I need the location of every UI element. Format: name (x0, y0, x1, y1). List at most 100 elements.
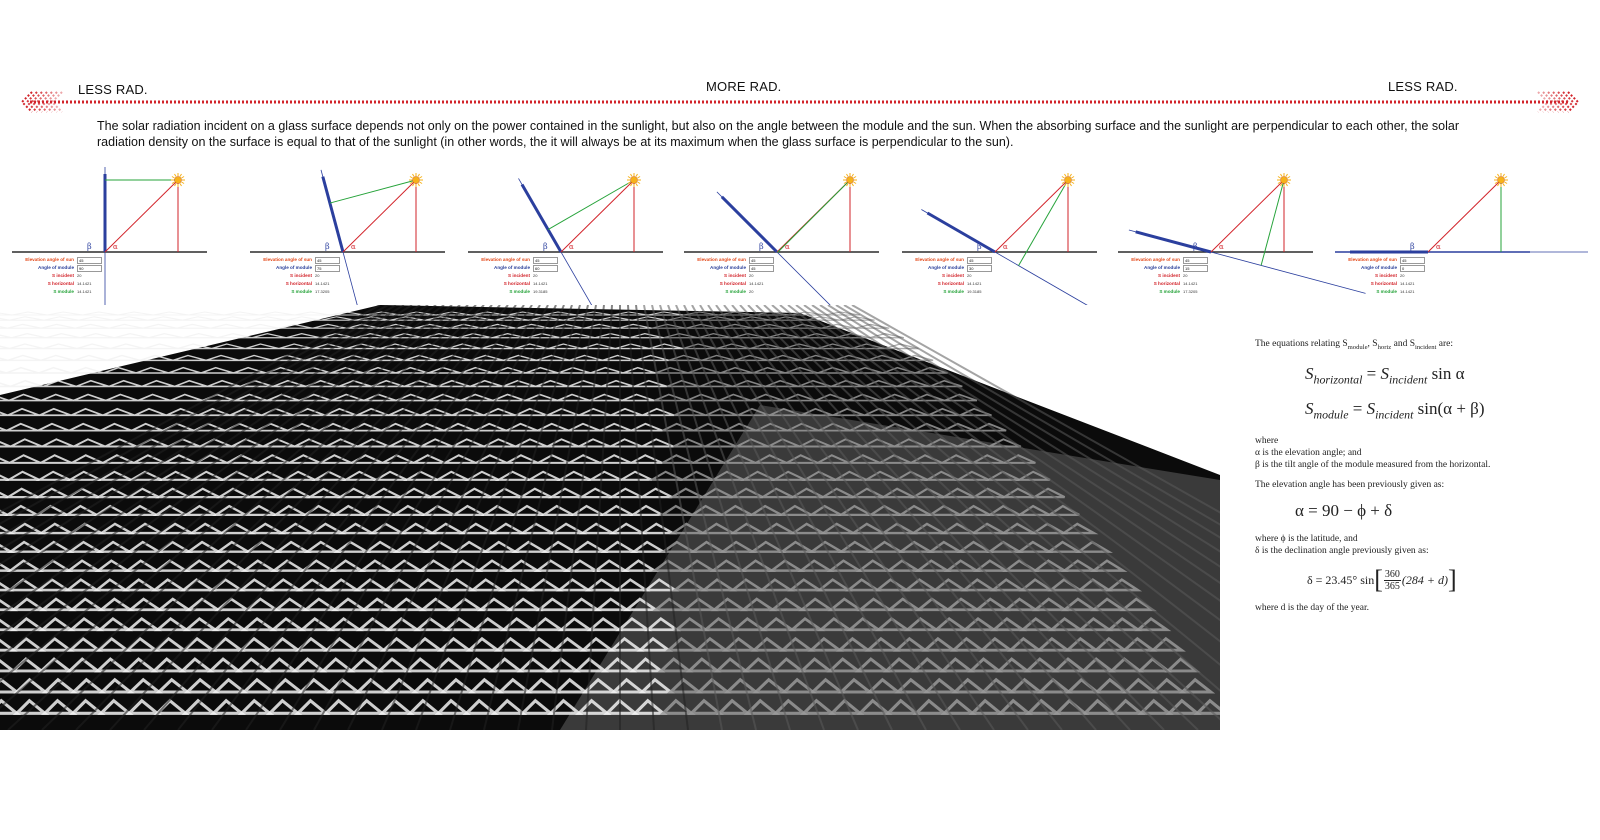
elevation-angle-field[interactable]: 45 (315, 256, 340, 264)
control-label: S module (725, 289, 746, 294)
beta-label: β (1410, 242, 1415, 251)
s-horizontal-value: 14.1421 (749, 281, 764, 286)
control-label: S module (943, 289, 964, 294)
control-label: S module (1376, 289, 1397, 294)
intro-paragraph: The solar radiation incident on a glass … (97, 119, 1460, 149)
s-module-value: 14.1421 (1400, 289, 1415, 294)
alpha-label: α (1436, 243, 1441, 251)
module-angle-field[interactable]: 60 (533, 264, 558, 272)
arrow-head-right-chevron (1567, 91, 1580, 113)
day-definition: where d is the day of the year. (1255, 602, 1369, 613)
control-label: S horizontal (503, 281, 530, 286)
control-label: Elevation angle of sun (915, 257, 964, 262)
beta-label: β (1193, 242, 1198, 251)
tilt-diagram: β α Elevation angle of sun 45 Angle of modul… (468, 170, 668, 391)
equations-panel: The equations relating Smodule, Shoriz a… (1255, 338, 1595, 614)
tilt-diagram: β α Elevation angle of sun 45 Angle of modul… (1118, 170, 1366, 305)
module-angle-field[interactable]: 90 (77, 264, 102, 272)
beta-label: β (543, 242, 548, 251)
delta-intro: δ is the declination angle previously gi… (1255, 545, 1429, 556)
control-label: S horizontal (1153, 281, 1180, 286)
incident-ray (994, 179, 1069, 253)
control-label: S incident (1375, 273, 1397, 278)
s-incident-value: 20 (533, 273, 538, 278)
s-module-value: 17.3205 (315, 289, 330, 294)
s-incident-value: 20 (315, 273, 320, 278)
control-label: Angle of module (710, 265, 746, 270)
s-horizontal-value: 14.1421 (1400, 281, 1415, 286)
control-label: S incident (1158, 273, 1180, 278)
module-panel (720, 195, 779, 254)
where-text: where (1255, 435, 1279, 446)
diagram-controls: Elevation angle of sun 45 Angle of module 0… (1335, 256, 1435, 296)
equations-intro: The equations relating Smodule, Shoriz a… (1255, 339, 1454, 351)
beta-definition: β is the tilt angle of the module measur… (1255, 459, 1491, 470)
phi-definition: where ϕ is the latitude, and (1255, 533, 1358, 544)
s-incident-value: 20 (1400, 273, 1405, 278)
module-angle-field[interactable]: 30 (967, 264, 992, 272)
beta-label: β (325, 242, 330, 251)
less-radiation-left-label: LESS RAD. (78, 82, 148, 97)
elevation-angle-field[interactable]: 45 (1183, 256, 1208, 264)
s-module-value: 20 (749, 289, 754, 294)
s-module-value: 14.1421 (77, 289, 92, 294)
control-label: Angle of module (276, 265, 312, 270)
control-label: Angle of module (928, 265, 964, 270)
control-label: S module (509, 289, 530, 294)
elevation-angle-field[interactable]: 45 (749, 256, 774, 264)
elevation-angle-field[interactable]: 45 (77, 256, 102, 264)
s-horizontal-value: 14.1421 (533, 281, 548, 286)
tilt-diagram: β α Elevation angle of sun 45 Angle of modul… (902, 170, 1134, 333)
control-label: Angle of module (494, 265, 530, 270)
alpha-definition: α is the elevation angle; and (1255, 447, 1362, 458)
more-radiation-center-label: MORE RAD. (706, 79, 782, 94)
s-incident-value: 20 (749, 273, 754, 278)
beta-label: β (87, 242, 92, 251)
alpha-label: α (1003, 243, 1008, 251)
control-label: Elevation angle of sun (697, 257, 746, 262)
module-angle-field[interactable]: 45 (749, 264, 774, 272)
facade-render-image (0, 305, 1220, 730)
elevation-angle-field[interactable]: 45 (533, 256, 558, 264)
control-label: S incident (52, 273, 74, 278)
tilt-diagram: β α Elevation angle of sun 45 Angle of modul… (684, 170, 891, 366)
module-panel (321, 176, 345, 253)
module-angle-field[interactable]: 15 (1183, 264, 1208, 272)
control-label: Angle of module (1361, 265, 1397, 270)
control-label: S module (1159, 289, 1180, 294)
s-horizontal-value: 14.1421 (315, 281, 330, 286)
control-label: Elevation angle of sun (481, 257, 530, 262)
module-angle-field[interactable]: 0 (1400, 264, 1425, 272)
control-label: Elevation angle of sun (263, 257, 312, 262)
elevation-angle-field[interactable]: 45 (1400, 256, 1425, 264)
less-radiation-right-label: LESS RAD. (1388, 79, 1458, 94)
incident-ray (342, 179, 417, 253)
alpha-label: α (351, 243, 356, 251)
equation-module: Smodule = Sincident sin(α + β) (1305, 399, 1485, 422)
control-label: Elevation angle of sun (1131, 257, 1180, 262)
equation-elevation: α = 90 − ϕ + δ (1295, 500, 1393, 520)
tilt-diagram: β α Elevation angle of sun 45 Angle of modul… (250, 169, 450, 407)
diagram-controls: Elevation angle of sun 45 Angle of module 1… (1118, 256, 1218, 296)
control-label: S horizontal (47, 281, 74, 286)
control-label: S module (291, 289, 312, 294)
diagram-controls: Elevation angle of sun 45 Angle of module 3… (902, 256, 1002, 296)
elevation-angle-field[interactable]: 45 (967, 256, 992, 264)
module-normal-line (329, 179, 417, 204)
beta-label: β (977, 242, 982, 251)
module-angle-field[interactable]: 75 (315, 264, 340, 272)
s-horizontal-value: 14.1421 (77, 281, 92, 286)
alpha-label: α (785, 243, 790, 251)
diagram-controls: Elevation angle of sun 45 Angle of module 9… (12, 256, 112, 296)
module-normal-line (1018, 179, 1069, 266)
alpha-label: α (569, 243, 574, 251)
control-label: Angle of module (38, 265, 74, 270)
s-module-value: 17.3205 (1183, 289, 1198, 294)
control-label: S horizontal (1370, 281, 1397, 286)
module-panel (520, 183, 563, 253)
tilt-diagram: β α Elevation angle of sun 45 Angle of modul… (12, 167, 212, 412)
s-horizontal-value: 14.1421 (1183, 281, 1198, 286)
control-label: Angle of module (1144, 265, 1180, 270)
control-label: S horizontal (719, 281, 746, 286)
s-module-value: 19.3185 (967, 289, 982, 294)
